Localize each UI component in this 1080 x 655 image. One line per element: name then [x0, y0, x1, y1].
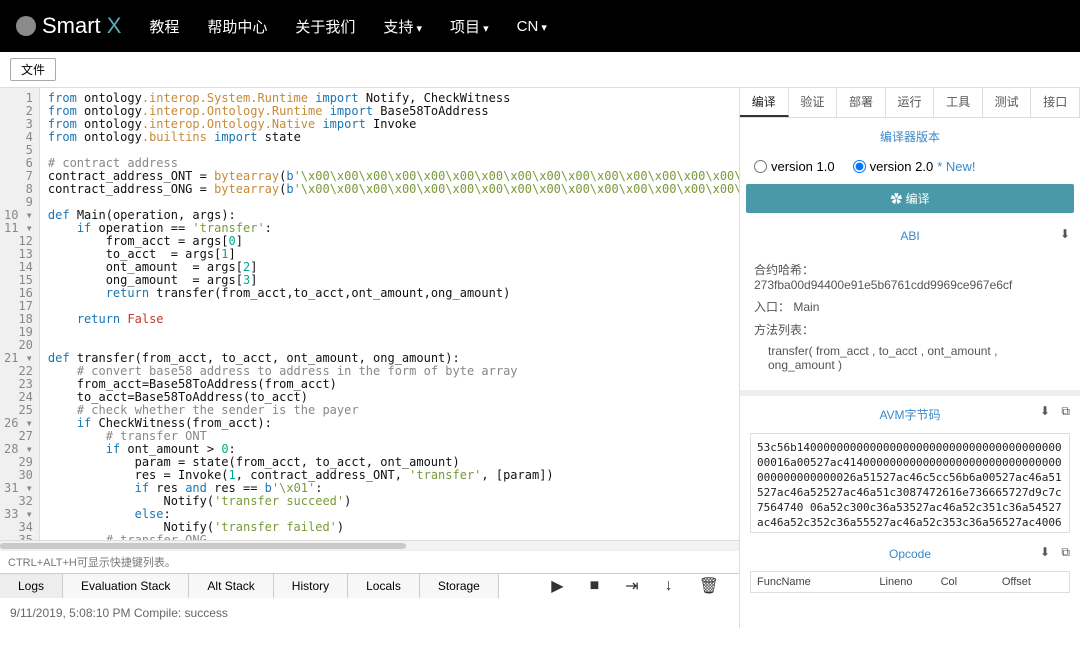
download-opcode-icon[interactable]: ⬇ — [1040, 545, 1050, 559]
step-over-icon[interactable]: ⇥ — [625, 576, 638, 596]
shortcut-hint: CTRL+ALT+H可显示快捷键列表。 — [0, 550, 739, 573]
tab-history[interactable]: History — [274, 574, 348, 598]
logo: SmartX — [16, 13, 121, 39]
bytecode-box[interactable]: 53c56b1400000000000000000000000000000000… — [750, 433, 1070, 533]
rtab-verify[interactable]: 验证 — [789, 88, 838, 117]
copy-avm-icon[interactable]: ⧉ — [1061, 404, 1070, 419]
version-row: version 1.0 version 2.0 * New! — [740, 151, 1080, 182]
status-bar: 9/11/2019, 5:08:10 PM Compile: success — [0, 598, 739, 628]
nav-support[interactable]: 支持 — [383, 16, 422, 37]
nav-help[interactable]: 帮助中心 — [207, 16, 267, 37]
entry-point: Main — [793, 300, 819, 314]
contract-hash: 273fba00d94400e91e5b6761cdd9969ce967e6cf — [754, 278, 1012, 292]
rtab-compile[interactable]: 编译 — [740, 88, 789, 117]
download-avm-icon[interactable]: ⬇ — [1040, 404, 1050, 418]
version-1-radio[interactable]: version 1.0 — [754, 159, 835, 174]
brand-a: Smart — [42, 13, 101, 39]
tab-storage[interactable]: Storage — [420, 574, 499, 598]
code-editor[interactable]: 12345678910 ▾11 ▾12131415161718192021 ▾2… — [0, 88, 739, 540]
rtab-run[interactable]: 运行 — [886, 88, 935, 117]
debug-tabs: Logs Evaluation Stack Alt Stack History … — [0, 573, 739, 598]
right-pane: 编译 验证 部署 运行 工具 测试 接口 编译器版本 version 1.0 v… — [740, 88, 1080, 628]
version-2-radio[interactable]: version 2.0 * New! — [853, 159, 976, 174]
brand-b: X — [107, 13, 122, 39]
file-button[interactable]: 文件 — [10, 58, 56, 81]
abi-box: 合约哈希： 273fba00d94400e91e5b6761cdd9969ce9… — [740, 249, 1080, 396]
tab-logs[interactable]: Logs — [0, 574, 63, 598]
nav-tutorial[interactable]: 教程 — [149, 16, 179, 37]
rtab-deploy[interactable]: 部署 — [837, 88, 886, 117]
abi-title: ABI ⬇ — [740, 219, 1080, 249]
tab-altstack[interactable]: Alt Stack — [189, 574, 273, 598]
avm-title: AVM字节码 ⬇ ⧉ — [740, 396, 1080, 429]
opcode-title: Opcode ⬇ ⧉ — [740, 537, 1080, 567]
right-tabs: 编译 验证 部署 运行 工具 测试 接口 — [740, 88, 1080, 118]
topbar: SmartX 教程 帮助中心 关于我们 支持 项目 CN — [0, 0, 1080, 52]
stop-icon[interactable]: ■ — [590, 577, 600, 595]
nav-project[interactable]: 项目 — [450, 16, 489, 37]
nav-about[interactable]: 关于我们 — [295, 16, 355, 37]
compiler-version-title: 编译器版本 — [740, 118, 1080, 151]
download-abi-icon[interactable]: ⬇ — [1060, 227, 1070, 241]
gutter: 12345678910 ▾11 ▾12131415161718192021 ▾2… — [0, 88, 40, 540]
debug-controls: ▶ ■ ⇥ ↓ 🗑 — [499, 574, 739, 598]
tab-evalstack[interactable]: Evaluation Stack — [63, 574, 189, 598]
left-pane: 12345678910 ▾11 ▾12131415161718192021 ▾2… — [0, 88, 740, 628]
nav-lang[interactable]: CN — [517, 18, 547, 35]
copy-opcode-icon[interactable]: ⧉ — [1061, 545, 1070, 560]
rtab-tools[interactable]: 工具 — [934, 88, 983, 117]
file-row: 文件 — [0, 52, 1080, 88]
code-area[interactable]: from ontology.interop.System.Runtime imp… — [40, 88, 739, 540]
step-into-icon[interactable]: ↓ — [665, 577, 673, 595]
logo-icon — [16, 16, 36, 36]
opcode-header: FuncName Lineno Col Offset — [750, 571, 1070, 593]
trash-icon[interactable]: 🗑 — [699, 576, 719, 596]
method-list-item: transfer( from_acct , to_acct , ont_amou… — [754, 344, 1066, 372]
compile-button[interactable]: ✿ 编译 — [746, 184, 1074, 213]
play-icon[interactable]: ▶ — [551, 576, 563, 596]
tab-locals[interactable]: Locals — [348, 574, 420, 598]
rtab-api[interactable]: 接口 — [1031, 88, 1080, 117]
rtab-test[interactable]: 测试 — [983, 88, 1032, 117]
h-scrollbar[interactable] — [0, 540, 739, 550]
main: 12345678910 ▾11 ▾12131415161718192021 ▾2… — [0, 88, 1080, 628]
